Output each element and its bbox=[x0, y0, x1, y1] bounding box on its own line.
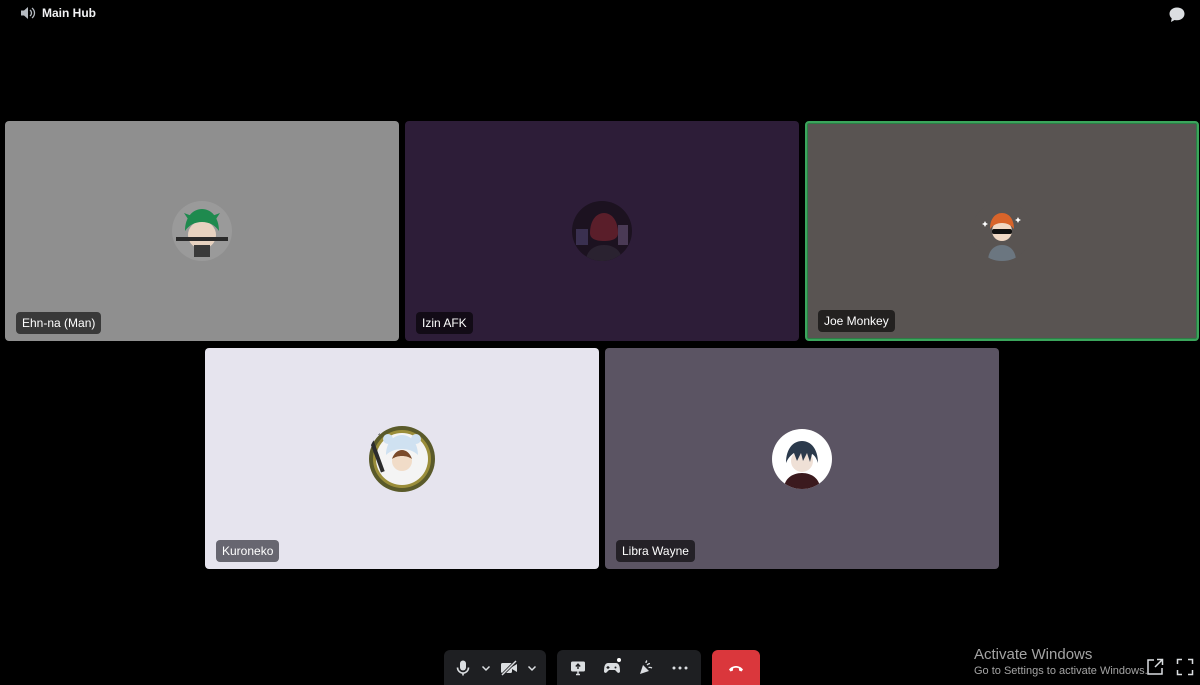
participant-tile[interactable]: Kuroneko bbox=[205, 348, 599, 569]
voice-channel-icon bbox=[21, 7, 36, 19]
participant-name: Joe Monkey bbox=[818, 310, 895, 332]
participant-name: Ehn-na (Man) bbox=[16, 312, 102, 334]
participant-tile[interactable]: Libra Wayne bbox=[605, 348, 999, 569]
pop-out-button[interactable] bbox=[1146, 658, 1164, 676]
chevron-down-icon bbox=[481, 665, 491, 671]
chevron-down-icon bbox=[527, 665, 537, 671]
watermark-subtitle: Go to Settings to activate Windows. bbox=[974, 665, 1148, 677]
fullscreen-icon bbox=[1176, 658, 1194, 676]
camera-off-icon bbox=[500, 659, 518, 676]
avatar bbox=[772, 428, 832, 489]
audio-options-button[interactable] bbox=[478, 655, 494, 681]
avatar bbox=[572, 201, 632, 261]
activity-controls bbox=[557, 650, 701, 685]
video-options-button[interactable] bbox=[524, 655, 540, 681]
screen-share-icon bbox=[571, 661, 585, 675]
watermark-title: Activate Windows bbox=[974, 646, 1093, 663]
soundboard-icon bbox=[640, 659, 653, 674]
notification-dot bbox=[617, 657, 621, 662]
mic-camera-group bbox=[444, 650, 546, 685]
soundboard-button[interactable] bbox=[633, 655, 659, 681]
avatar bbox=[972, 201, 1032, 261]
participant-tile[interactable]: Joe Monkey bbox=[805, 121, 1199, 341]
participant-name: Kuroneko bbox=[216, 540, 280, 562]
disconnect-button[interactable] bbox=[712, 650, 760, 685]
avatar bbox=[172, 201, 232, 261]
activities-button[interactable] bbox=[599, 655, 625, 681]
chat-bubble-icon bbox=[1169, 7, 1185, 22]
top-bar: Main Hub bbox=[0, 0, 1200, 28]
chat-button[interactable] bbox=[1168, 6, 1186, 24]
participant-name: Izin AFK bbox=[416, 312, 473, 334]
channel-name: Main Hub bbox=[42, 6, 96, 20]
activation-watermark: Activate Windows Go to Settings to activ… bbox=[974, 646, 1148, 677]
camera-button[interactable] bbox=[496, 655, 522, 681]
more-options-button[interactable] bbox=[667, 655, 693, 681]
mute-button[interactable] bbox=[450, 655, 476, 681]
media-controls bbox=[444, 650, 546, 685]
activities-icon bbox=[604, 662, 620, 673]
channel-header: Main Hub bbox=[20, 6, 96, 20]
pop-out-icon bbox=[1147, 658, 1164, 675]
share-screen-button[interactable] bbox=[565, 655, 591, 681]
avatar bbox=[368, 425, 436, 493]
microphone-icon bbox=[456, 660, 470, 675]
participant-tile[interactable]: Izin AFK bbox=[405, 121, 799, 341]
participant-name: Libra Wayne bbox=[616, 540, 695, 562]
hang-up-icon bbox=[729, 665, 743, 671]
activity-group bbox=[557, 650, 701, 685]
more-icon bbox=[672, 666, 688, 669]
participant-tile[interactable]: Ehn-na (Man) bbox=[5, 121, 399, 341]
fullscreen-button[interactable] bbox=[1176, 658, 1194, 676]
